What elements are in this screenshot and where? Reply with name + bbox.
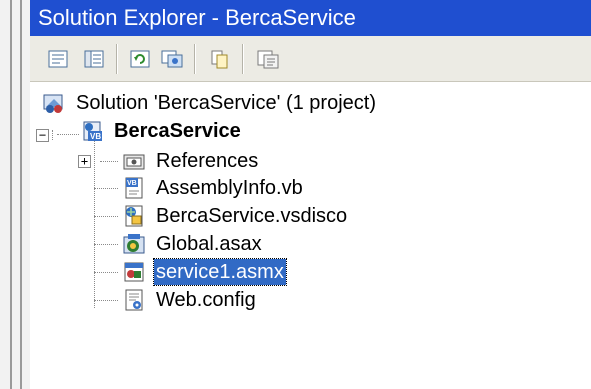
svg-text:VB: VB: [90, 132, 101, 141]
tree-connector: [94, 140, 95, 308]
tree-connector: [94, 244, 118, 245]
copy-project-icon[interactable]: [208, 47, 232, 71]
vb-project-icon: VB: [83, 121, 102, 141]
solution-explorer-window: Solution Explorer - BercaService Solutio…: [30, 0, 591, 389]
toolbar-separator: [242, 44, 244, 74]
assemblyinfo-label: AssemblyInfo.vb: [156, 177, 303, 199]
tree-node-project[interactable]: VB BercaService: [80, 116, 243, 146]
references-folder-icon: [123, 154, 145, 170]
asmx-file-icon: [124, 262, 144, 282]
vsdisco-label: BercaService.vsdisco: [156, 205, 348, 227]
toolbar-separator: [116, 44, 118, 74]
refresh-icon[interactable]: [128, 47, 152, 71]
tree-node-vsdisco[interactable]: BercaService.vsdisco: [122, 201, 349, 231]
tree-connector: [100, 161, 118, 162]
global-asax-label: Global.asax: [156, 233, 262, 255]
tree-connector: [94, 300, 118, 301]
tree-node-references[interactable]: References: [122, 146, 260, 176]
show-all-files-icon[interactable]: [82, 47, 106, 71]
solution-label: Solution 'BercaService' (1 project): [76, 92, 376, 114]
tree-connector: [52, 130, 53, 140]
svg-text:VB: VB: [127, 180, 137, 187]
tree-node-global-asax[interactable]: Global.asax: [122, 229, 264, 259]
service1-label: service1.asmx: [153, 258, 287, 286]
project-label: BercaService: [114, 120, 241, 142]
vsdisco-file-icon: [125, 205, 143, 227]
view-code-icon[interactable]: [256, 47, 280, 71]
toolbar: [30, 36, 591, 82]
frame-divider: [20, 0, 22, 389]
global-asax-icon: [123, 234, 145, 254]
tree-connector: [94, 188, 118, 189]
tree-connector: [57, 134, 79, 135]
tree-connector: [94, 272, 118, 273]
references-label: References: [156, 150, 259, 172]
tree-node-service1[interactable]: service1.asmx: [122, 257, 287, 287]
window-title[interactable]: Solution Explorer - BercaService: [30, 0, 591, 36]
expand-references-toggle[interactable]: +: [78, 155, 91, 168]
tree-connector: [94, 216, 118, 217]
solution-tree: Solution 'BercaService' (1 project) − VB…: [30, 82, 591, 389]
tree-node-assemblyinfo[interactable]: VB AssemblyInfo.vb: [122, 173, 305, 203]
toolbar-separator: [194, 44, 196, 74]
tree-node-web-config[interactable]: Web.config: [122, 285, 258, 315]
frame-divider: [10, 0, 12, 389]
vb-file-icon: VB: [125, 177, 143, 199]
tree-node-solution[interactable]: Solution 'BercaService' (1 project): [42, 88, 378, 118]
view-designer-icon[interactable]: [160, 47, 184, 71]
solution-icon: [43, 94, 63, 113]
web-config-label: Web.config: [156, 289, 256, 311]
collapse-project-toggle[interactable]: −: [36, 129, 49, 142]
left-frame: [0, 0, 30, 389]
config-file-icon: [125, 289, 143, 311]
properties-icon[interactable]: [46, 47, 70, 71]
